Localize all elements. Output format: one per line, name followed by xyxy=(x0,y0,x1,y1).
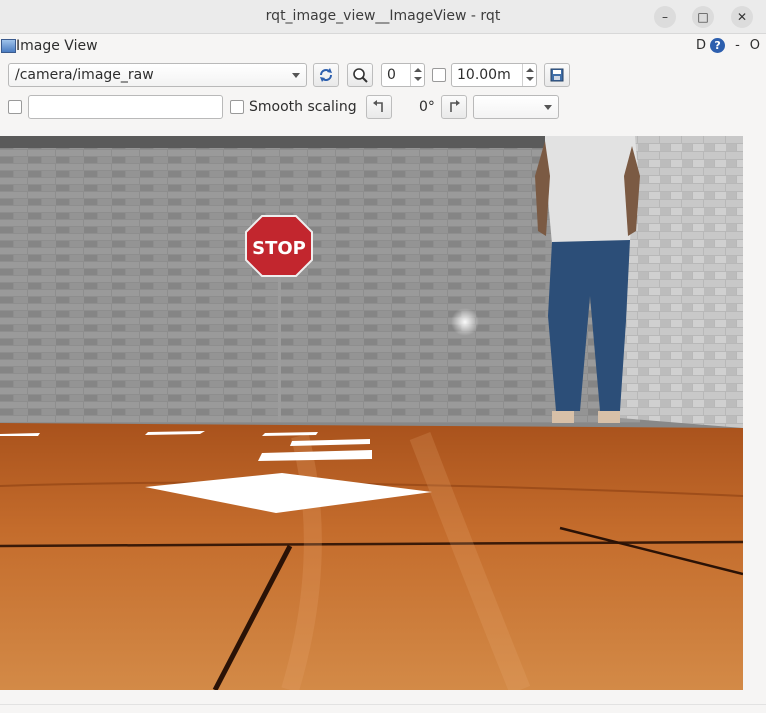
zoom-icon xyxy=(353,68,368,83)
right-margin xyxy=(743,136,766,690)
chevron-down-icon xyxy=(544,105,552,110)
topic-value: /camera/image_raw xyxy=(15,67,154,83)
rotate-right-button[interactable] xyxy=(441,95,467,119)
smooth-scaling-checkbox[interactable] xyxy=(230,100,244,114)
refresh-icon xyxy=(320,68,332,82)
plugin-header: Image View D ? - O xyxy=(0,34,766,60)
rotate-left-icon xyxy=(373,100,383,112)
zoom-button[interactable] xyxy=(347,63,373,87)
person-figure xyxy=(535,136,640,423)
camera-image: STOP xyxy=(0,136,743,690)
stop-sign-text: STOP xyxy=(252,238,306,259)
minimize-icon: – xyxy=(662,10,668,24)
save-image-button[interactable] xyxy=(544,63,570,87)
timeout-value: 10.00m xyxy=(457,67,511,83)
refresh-topics-button[interactable] xyxy=(313,63,339,87)
mouse-publish-checkbox[interactable] xyxy=(8,100,22,114)
options-button[interactable]: O xyxy=(750,38,760,53)
topic-select[interactable]: /camera/image_raw xyxy=(8,63,307,87)
plugin-title: Image View xyxy=(16,38,98,54)
image-view-icon xyxy=(1,39,16,53)
zoom-spinbox[interactable]: 0 xyxy=(381,63,425,87)
dynamic-range-checkbox[interactable] xyxy=(432,68,446,82)
image-viewport[interactable]: STOP xyxy=(0,136,743,690)
window-titlebar: rqt_image_view__ImageView - rqt – □ ✕ xyxy=(0,0,766,34)
divider xyxy=(0,704,766,705)
save-icon xyxy=(550,68,564,82)
maximize-icon: □ xyxy=(697,10,709,24)
mouse-topic-input[interactable] xyxy=(28,95,223,119)
plugin-controls: D ? - O xyxy=(696,38,760,53)
close-button[interactable]: ✕ xyxy=(731,6,753,28)
timeout-spinbox[interactable]: 10.00m xyxy=(451,63,537,87)
zoom-stepper[interactable] xyxy=(410,64,424,86)
timeout-stepper[interactable] xyxy=(522,64,536,86)
help-icon[interactable]: ? xyxy=(710,38,726,53)
rotation-label: 0° xyxy=(419,99,435,115)
minimize-plugin-button[interactable]: - xyxy=(735,38,740,53)
color-scheme-select[interactable] xyxy=(473,95,559,119)
rotate-left-button[interactable] xyxy=(366,95,392,119)
toolbar-row-1: /camera/image_raw 0 10.00m xyxy=(0,62,766,90)
dock-button[interactable]: D xyxy=(696,38,706,53)
maximize-button[interactable]: □ xyxy=(692,6,714,28)
toolbar-row-2: Smooth scaling 0° xyxy=(0,94,766,122)
smooth-scaling-label: Smooth scaling xyxy=(249,99,357,115)
bottom-margin xyxy=(0,690,766,713)
window-title: rqt_image_view__ImageView - rqt xyxy=(265,8,501,24)
close-icon: ✕ xyxy=(736,10,748,24)
zoom-value: 0 xyxy=(387,67,396,83)
minimize-button[interactable]: – xyxy=(654,6,676,28)
rotate-right-icon xyxy=(450,100,460,112)
chevron-down-icon xyxy=(292,73,300,78)
floor xyxy=(0,423,743,690)
